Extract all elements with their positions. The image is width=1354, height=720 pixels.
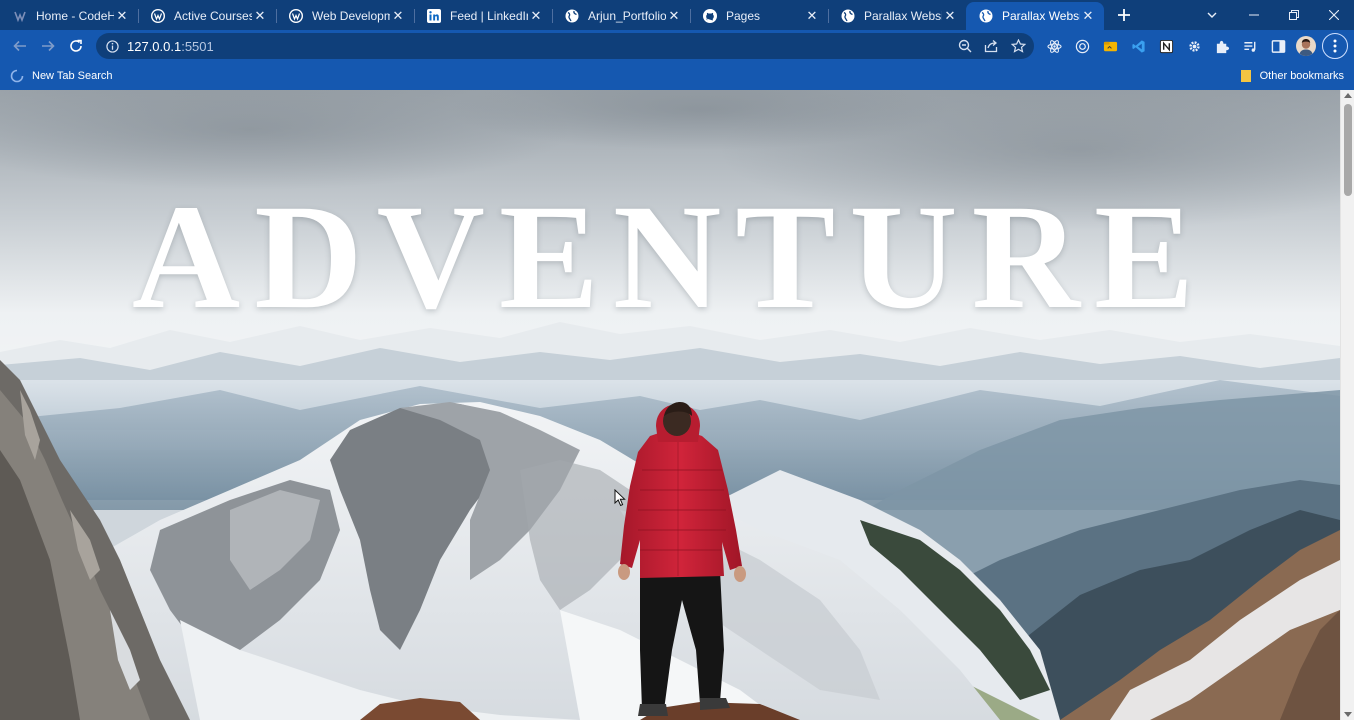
side-panel-icon <box>1271 39 1285 53</box>
gear-icon <box>1188 40 1200 52</box>
tab-title: Parallax Website <box>864 9 942 23</box>
profile-avatar[interactable] <box>1292 32 1320 60</box>
bookmark-label: Other bookmarks <box>1259 70 1344 82</box>
folder-icon <box>1103 41 1117 51</box>
globe-icon <box>840 8 856 24</box>
tab-codehelp[interactable]: Home - CodeHelp ✕ <box>0 2 138 30</box>
globe-icon <box>564 8 580 24</box>
arrow-right-icon <box>42 40 55 52</box>
url-host: 127.0.0.1 <box>127 38 182 54</box>
avatar-icon <box>1296 36 1316 56</box>
browser-toolbar: 127.0.0.1:5501 <box>0 30 1354 62</box>
bookmark-other[interactable]: Other bookmarks <box>1240 62 1344 90</box>
plus-icon <box>1118 9 1130 21</box>
reading-list-button[interactable] <box>1236 32 1264 60</box>
bookmarks-bar: New Tab Search Other bookmarks <box>0 62 1354 90</box>
new-tab-button[interactable] <box>1110 1 1138 29</box>
tab-title: Arjun_Portfolio <box>588 9 666 23</box>
close-icon[interactable]: ✕ <box>1080 8 1096 24</box>
address-bar-actions <box>958 33 1026 59</box>
minimize-icon <box>1249 14 1259 16</box>
side-panel-button[interactable] <box>1264 32 1292 60</box>
tab-arjun-portfolio[interactable]: Arjun_Portfolio ✕ <box>552 2 690 30</box>
wordpress-icon <box>150 8 166 24</box>
url-port: :5501 <box>181 38 214 54</box>
tab-strip: Home - CodeHelp ✕ Active Courses ✕ Web D… <box>0 0 1354 30</box>
tab-parallax-website[interactable]: Parallax Website ✕ <box>828 2 966 30</box>
back-button[interactable] <box>6 32 34 60</box>
folder-icon <box>1240 70 1251 82</box>
codehelp-icon <box>12 8 28 24</box>
notion-icon <box>1159 39 1173 53</box>
close-icon[interactable]: ✕ <box>942 8 958 24</box>
github-icon <box>702 8 718 24</box>
arrow-left-icon <box>13 40 26 52</box>
close-icon[interactable]: ✕ <box>804 8 820 24</box>
mouse-cursor-icon <box>614 489 626 507</box>
zoom-icon[interactable] <box>958 39 972 53</box>
extensions-button[interactable] <box>1208 32 1236 60</box>
close-icon[interactable]: ✕ <box>390 8 406 24</box>
close-icon <box>1329 10 1339 20</box>
close-icon[interactable]: ✕ <box>666 8 682 24</box>
loading-icon <box>10 69 24 83</box>
close-icon[interactable]: ✕ <box>252 8 268 24</box>
scrollbar-thumb[interactable] <box>1344 104 1352 196</box>
wordpress-icon <box>288 8 304 24</box>
folder-extension-button[interactable] <box>1096 32 1124 60</box>
tab-list: Home - CodeHelp ✕ Active Courses ✕ Web D… <box>0 0 1104 30</box>
tab-title: Parallax Website <box>1002 9 1080 23</box>
url-text: 127.0.0.1:5501 <box>127 39 214 54</box>
notion-extension-button[interactable] <box>1152 32 1180 60</box>
tab-title: Web Development <box>312 9 390 23</box>
scroll-down-icon[interactable] <box>1344 712 1352 717</box>
tab-linkedin[interactable]: Feed | LinkedIn ✕ <box>414 2 552 30</box>
tab-active-courses[interactable]: Active Courses ✕ <box>138 2 276 30</box>
restore-icon <box>1289 10 1299 20</box>
tab-title: Feed | LinkedIn <box>450 9 528 23</box>
target-icon <box>1075 39 1089 53</box>
bookmark-star-icon[interactable] <box>1011 39 1026 53</box>
reload-icon <box>70 39 82 52</box>
settings-extension-button[interactable] <box>1180 32 1208 60</box>
chevron-down-icon <box>1207 12 1217 18</box>
scroll-up-icon[interactable] <box>1344 93 1352 98</box>
puzzle-icon <box>1216 40 1229 53</box>
vscode-extension-button[interactable] <box>1124 32 1152 60</box>
kebab-menu-icon <box>1333 39 1337 53</box>
share-icon[interactable] <box>984 39 999 53</box>
page-scrollbar[interactable] <box>1340 90 1354 720</box>
close-icon[interactable]: ✕ <box>114 8 130 24</box>
target-extension-button[interactable] <box>1068 32 1096 60</box>
react-devtools-button[interactable] <box>1040 32 1068 60</box>
restore-button[interactable] <box>1274 0 1314 30</box>
tab-search-button[interactable] <box>1200 0 1224 30</box>
browser-menu-button[interactable] <box>1322 33 1348 59</box>
info-icon[interactable] <box>106 39 119 53</box>
linkedin-icon <box>426 8 442 24</box>
vscode-icon <box>1131 39 1145 53</box>
tab-title: Pages <box>726 9 761 23</box>
minimize-button[interactable] <box>1234 0 1274 30</box>
globe-icon <box>978 8 994 24</box>
playlist-icon <box>1243 41 1255 52</box>
bookmark-label: New Tab Search <box>32 70 113 82</box>
tab-title: Home - CodeHelp <box>36 9 114 23</box>
tab-web-development[interactable]: Web Development ✕ <box>276 2 414 30</box>
tab-title: Active Courses <box>174 9 252 23</box>
bookmark-new-tab-search[interactable]: New Tab Search <box>0 69 123 83</box>
hero-title: ADVENTURE <box>131 174 1209 340</box>
tab-parallax-website-active[interactable]: Parallax Website ✕ <box>966 2 1104 30</box>
address-bar[interactable]: 127.0.0.1:5501 <box>96 33 1034 59</box>
reload-button[interactable] <box>62 32 90 60</box>
close-window-button[interactable] <box>1314 0 1354 30</box>
page-viewport: ADVENTURE <box>0 90 1354 720</box>
forward-button[interactable] <box>34 32 62 60</box>
atom-icon <box>1046 39 1062 53</box>
tab-pages[interactable]: Pages ✕ <box>690 2 828 30</box>
close-icon[interactable]: ✕ <box>528 8 544 24</box>
window-controls <box>1234 0 1354 30</box>
extensions-area <box>1040 32 1348 60</box>
